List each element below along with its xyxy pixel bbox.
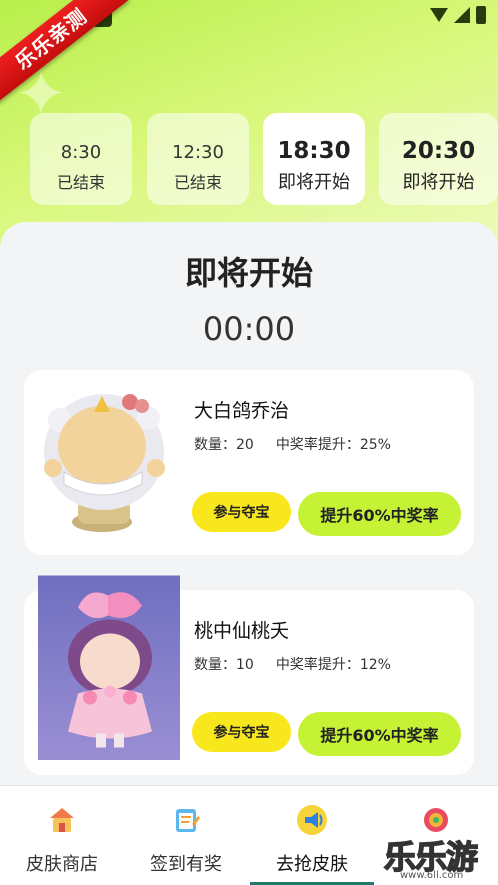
status-icons xyxy=(430,6,486,24)
checkin-icon xyxy=(176,809,200,832)
prize-quantity: 数量：20 xyxy=(194,437,254,453)
peach-fairy-skin-image xyxy=(38,575,180,760)
nav-label: 签到有奖 xyxy=(150,854,222,875)
nav-item-skin-shop[interactable]: 皮肤商店 xyxy=(0,786,124,885)
slot-status: 即将开始 xyxy=(278,172,350,193)
slot-time: 12:30 xyxy=(172,142,224,163)
prize-quantity: 数量：10 xyxy=(194,657,254,673)
shop-icon xyxy=(50,808,74,832)
time-slot-1230[interactable]: 12:30 已结束 xyxy=(147,113,249,205)
watermark-logo: 乐乐游戏 www.6ll.com xyxy=(383,830,496,885)
slot-time: 8:30 xyxy=(60,142,102,163)
prize-name: 大白鸽乔治 xyxy=(194,400,290,422)
slot-status: 已结束 xyxy=(56,173,105,192)
prize-win-rate: 中奖率提升：12% xyxy=(275,657,391,673)
pigeon-skin-image xyxy=(44,394,165,532)
signal-icon xyxy=(454,7,470,23)
boost-win-rate-button[interactable]: 提升60%中奖率 xyxy=(298,492,461,536)
time-slot-selector: 8:30 已结束 12:30 已结束 18:30 即将开始 20:30 即将开始 xyxy=(30,113,498,205)
nav-item-grab-skins[interactable]: 去抢皮肤 xyxy=(250,786,374,885)
time-slot-2030[interactable]: 20:30 即将开始 xyxy=(379,113,498,205)
boost-win-rate-button[interactable]: 提升60%中奖率 xyxy=(298,712,461,756)
prize-card: 桃中仙桃夭 数量：10 中奖率提升：12% 参与夺宝 提升60%中奖率 xyxy=(24,575,474,775)
slot-status: 即将开始 xyxy=(402,172,475,193)
battery-icon xyxy=(476,6,486,24)
wifi-icon xyxy=(430,8,448,22)
nav-label: 去抢皮肤 xyxy=(276,854,348,875)
slot-time: 20:30 xyxy=(401,138,476,164)
nav-item-checkin[interactable]: 签到有奖 xyxy=(124,786,248,885)
countdown-timer: 00:00 xyxy=(202,310,296,348)
prize-stats: 数量：20 中奖率提升：25% xyxy=(194,434,391,454)
join-raffle-button[interactable]: 参与夺宝 xyxy=(192,712,291,752)
watermark-url: www.6ll.com xyxy=(400,870,464,881)
prize-card: 大白鸽乔治 数量：20 中奖率提升：25% 参与夺宝 提升60%中奖率 xyxy=(24,370,474,555)
prize-win-rate: 中奖率提升：25% xyxy=(275,437,391,453)
time-slot-0830[interactable]: 8:30 已结束 xyxy=(30,113,132,205)
slot-status: 已结束 xyxy=(173,173,222,192)
page-title: 即将开始 xyxy=(184,254,313,292)
slot-time: 18:30 xyxy=(277,138,351,164)
megaphone-icon xyxy=(297,805,327,835)
prize-stats: 数量：10 中奖率提升：12% xyxy=(194,654,391,674)
nav-label: 皮肤商店 xyxy=(26,854,98,875)
join-raffle-button[interactable]: 参与夺宝 xyxy=(192,492,291,532)
prize-name: 桃中仙桃夭 xyxy=(194,620,290,642)
time-slot-1830[interactable]: 18:30 即将开始 xyxy=(263,113,365,205)
